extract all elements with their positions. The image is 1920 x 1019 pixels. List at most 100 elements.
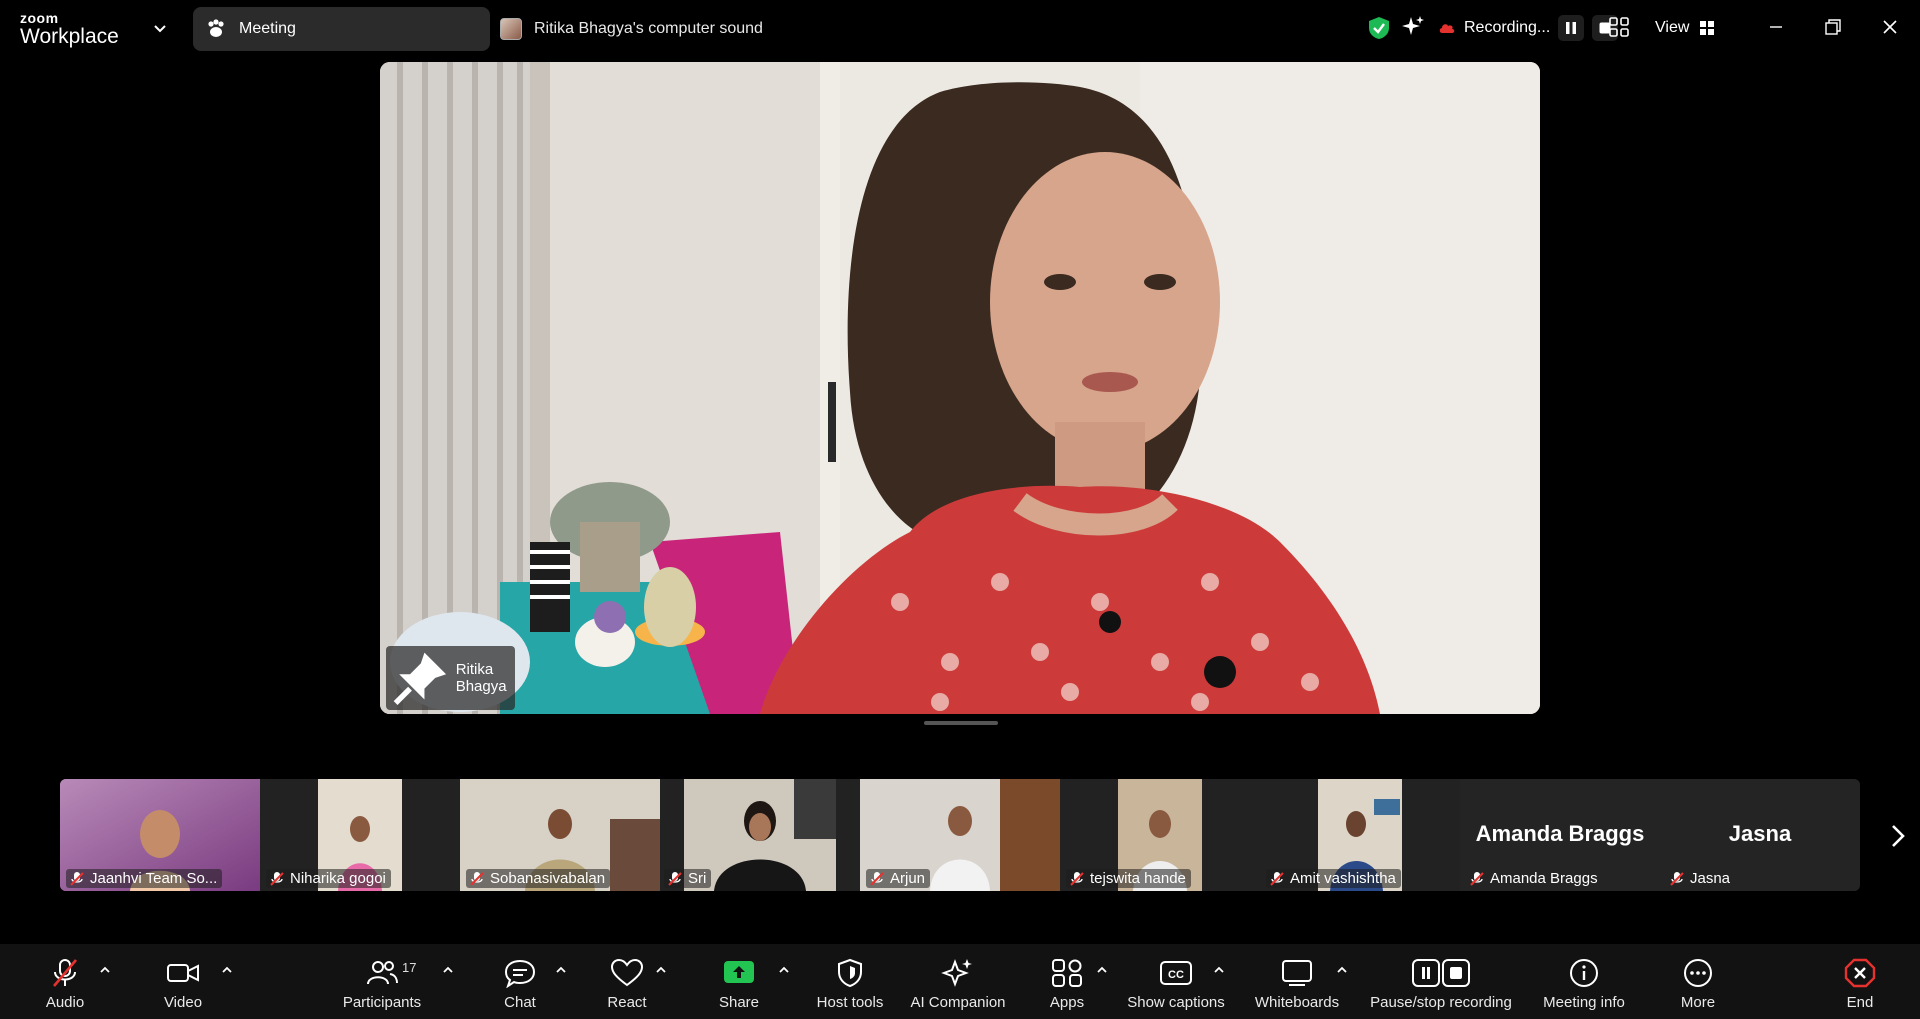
chat-bubble-icon [504, 959, 536, 988]
participant-tile[interactable]: Jasna Jasna [1660, 779, 1860, 891]
apps-icon [1052, 959, 1082, 987]
speaker-camera-feed [380, 62, 1540, 714]
participant-display-name: Amanda Braggs [1475, 821, 1645, 846]
shared-audio-label: Ritika Bhagya's computer sound [534, 20, 763, 37]
participant-tile[interactable]: Sobanasivabalan [460, 779, 660, 891]
muted-mic-icon [1070, 871, 1084, 886]
ai-sparkle-icon[interactable] [1400, 14, 1426, 40]
meeting-info-label: Meeting info [1543, 994, 1625, 1011]
encryption-shield-icon[interactable] [1366, 15, 1392, 41]
participant-label: Amanda Braggs [1466, 869, 1603, 888]
participant-tile[interactable]: Amanda Braggs Amanda Braggs [1460, 779, 1660, 891]
react-button[interactable]: React [604, 944, 650, 1019]
host-shield-icon [838, 958, 862, 988]
chat-options-caret-icon[interactable] [554, 964, 568, 976]
participant-name: Jaanhvi Team So... [90, 870, 218, 887]
chat-label: Chat [504, 994, 536, 1011]
audio-options-caret-icon[interactable] [98, 964, 112, 976]
title-bar: zoom Workplace Meeting Ritika Bhagya's c… [0, 0, 1920, 57]
share-button[interactable]: Share [714, 944, 764, 1019]
ai-companion-button[interactable]: AI Companion [906, 944, 1010, 1019]
participant-label: Sobanasivabalan [466, 869, 611, 888]
chat-button[interactable]: Chat [500, 944, 540, 1019]
captions-options-caret-icon[interactable] [1212, 964, 1226, 976]
muted-mic-icon [270, 871, 284, 886]
participants-button[interactable]: 17 Participants [340, 944, 424, 1019]
gallery-grid-icon[interactable] [1608, 16, 1630, 38]
react-options-caret-icon[interactable] [654, 964, 668, 976]
apps-button[interactable]: Apps [1046, 944, 1088, 1019]
pause-recording-button[interactable] [1558, 15, 1585, 41]
muted-mic-icon [1470, 871, 1484, 886]
resize-handle[interactable] [924, 721, 998, 725]
closed-captions-icon: CC [1160, 961, 1192, 985]
view-label: View [1655, 19, 1690, 36]
pause-stop-recording-label: Pause/stop recording [1370, 994, 1512, 1011]
host-tools-label: Host tools [816, 994, 884, 1011]
video-button[interactable]: Video [158, 944, 208, 1019]
participant-label: Niharika gogoi [266, 869, 391, 888]
tab-meeting[interactable]: Meeting [193, 7, 490, 51]
view-button[interactable]: View [1655, 14, 1715, 42]
restore-window-icon[interactable] [1822, 16, 1844, 38]
end-label: End [1846, 994, 1874, 1011]
participants-icon [367, 961, 398, 985]
video-camera-icon [167, 964, 199, 982]
chevron-right-icon[interactable] [1886, 821, 1910, 851]
participant-label: tejswita hande [1066, 869, 1191, 888]
meeting-info-button[interactable]: Meeting info [1536, 944, 1632, 1019]
meeting-paw-icon [208, 19, 224, 37]
participant-name: Jasna [1690, 870, 1731, 887]
participants-count: 17 [402, 960, 417, 975]
participants-options-caret-icon[interactable] [441, 964, 455, 976]
more-label: More [1680, 994, 1716, 1011]
apps-options-caret-icon[interactable] [1095, 964, 1109, 976]
muted-mic-icon [1670, 871, 1684, 886]
react-label: React [607, 994, 647, 1011]
participant-name: tejswita hande [1090, 870, 1186, 887]
ai-sparkle-icon [941, 959, 972, 987]
participant-name: Sobanasivabalan [490, 870, 606, 887]
muted-mic-icon [53, 959, 77, 987]
shared-audio-source[interactable]: Ritika Bhagya's computer sound [500, 7, 763, 51]
apps-label: Apps [1049, 994, 1085, 1011]
video-label: Video [163, 994, 203, 1011]
show-captions-label: Show captions [1127, 994, 1225, 1011]
participant-tile[interactable]: Sri [660, 779, 860, 891]
end-meeting-icon [1844, 958, 1876, 988]
participant-tile[interactable]: Arjun [860, 779, 1060, 891]
whiteboards-options-caret-icon[interactable] [1335, 964, 1349, 976]
avatar [500, 18, 522, 40]
participant-tile[interactable]: Jaanhvi Team So... [60, 779, 260, 891]
share-options-caret-icon[interactable] [777, 964, 791, 976]
active-speaker-video[interactable]: Ritika Bhagya [380, 62, 1540, 714]
more-button[interactable]: More [1676, 944, 1720, 1019]
whiteboard-icon [1282, 960, 1312, 986]
participants-label: Participants [342, 994, 422, 1011]
participant-tile[interactable]: Amit vashishtha [1260, 779, 1460, 891]
whiteboards-button[interactable]: Whiteboards [1250, 944, 1344, 1019]
participant-label: Sri [664, 869, 712, 888]
audio-button[interactable]: Audio [40, 944, 90, 1019]
cloud-recording-icon [1439, 24, 1455, 33]
more-ellipsis-icon [1684, 959, 1712, 987]
info-icon [1570, 959, 1598, 987]
chevron-down-icon[interactable] [150, 18, 170, 38]
pause-stop-recording-button[interactable]: Pause/stop recording [1366, 944, 1516, 1019]
video-options-caret-icon[interactable] [220, 964, 234, 976]
show-captions-button[interactable]: CC Show captions [1124, 944, 1228, 1019]
recording-indicator[interactable]: Recording... [1438, 14, 1619, 42]
muted-mic-icon [70, 871, 84, 886]
participant-display-name: Jasna [1728, 821, 1792, 846]
host-tools-button[interactable]: Host tools [812, 944, 888, 1019]
participant-name: Amanda Braggs [1490, 870, 1598, 887]
minimize-icon[interactable] [1765, 16, 1787, 38]
participant-tile[interactable]: Niharika gogoi [260, 779, 460, 891]
close-icon[interactable] [1879, 16, 1901, 38]
participant-tile[interactable]: tejswita hande [1060, 779, 1260, 891]
share-label: Share [718, 994, 760, 1011]
svg-text:CC: CC [1168, 969, 1184, 981]
muted-mic-icon [668, 871, 682, 886]
zoom-workplace-logo: zoom Workplace [20, 10, 119, 48]
end-meeting-button[interactable]: End [1840, 944, 1880, 1019]
